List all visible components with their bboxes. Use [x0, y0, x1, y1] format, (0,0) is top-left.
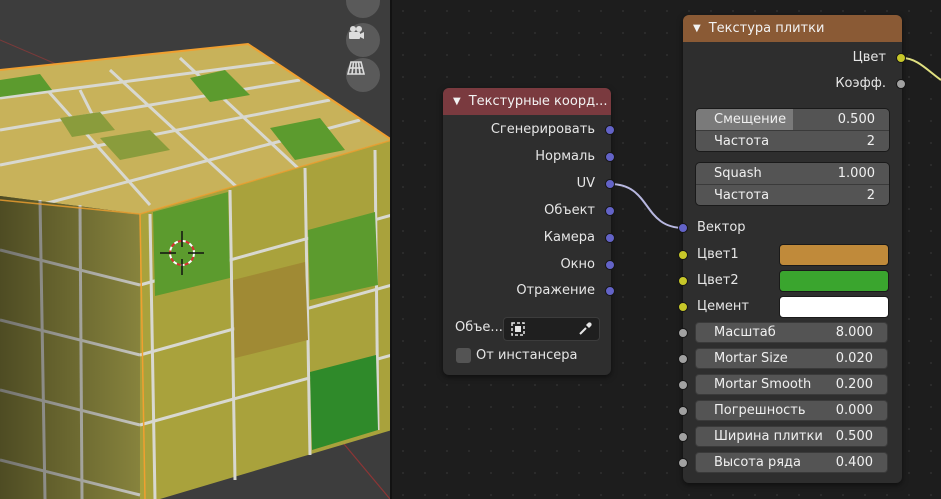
- object-icon: [510, 321, 526, 340]
- brick-node-title: Текстура плитки: [708, 21, 825, 36]
- color1-label: Цвет1: [697, 247, 739, 262]
- from-instancer-label: От инстансера: [476, 348, 578, 363]
- socket-normal[interactable]: [605, 152, 615, 162]
- link-color-output: [901, 57, 941, 81]
- row-height-field[interactable]: Высота ряда 0.400: [695, 452, 888, 473]
- texture-coordinate-node[interactable]: ▼ Текстурные коорд... Сгенерировать Норм…: [443, 88, 615, 375]
- frequency-label-2: Частота: [714, 187, 770, 203]
- mortar-smooth-field[interactable]: Mortar Smooth 0.200: [695, 374, 888, 395]
- color2-swatch[interactable]: [779, 270, 889, 292]
- socket-uv[interactable]: [605, 179, 615, 189]
- socket-mortar-smooth-in[interactable]: [678, 380, 688, 390]
- tex-coord-node-title: Текстурные коорд...: [468, 94, 608, 109]
- color2-label: Цвет2: [697, 273, 739, 288]
- frequency-value-1: 2: [866, 133, 875, 149]
- camera-view-button[interactable]: [346, 23, 380, 57]
- socket-brick-width-in[interactable]: [678, 432, 688, 442]
- output-window-label: Окно: [560, 257, 595, 272]
- socket-vector-in[interactable]: [678, 223, 688, 233]
- socket-bias-in[interactable]: [678, 406, 688, 416]
- object-picker-field[interactable]: [503, 317, 600, 341]
- bias-field[interactable]: Погрешность 0.000: [695, 400, 888, 421]
- socket-color1-in[interactable]: [678, 250, 688, 260]
- frequency-value-2: 2: [866, 187, 875, 203]
- offset-label: Смещение: [714, 112, 787, 127]
- frequency-label-1: Частота: [714, 133, 770, 149]
- collapse-chevron-icon[interactable]: ▼: [453, 96, 461, 107]
- frequency-field-1[interactable]: Частота 2: [696, 130, 889, 151]
- mortar-size-field[interactable]: Mortar Size 0.020: [695, 348, 888, 369]
- frequency-field-2[interactable]: Частота 2: [696, 184, 889, 205]
- vector-input-label: Вектор: [697, 220, 746, 235]
- row-height-value: 0.400: [835, 455, 873, 470]
- socket-window[interactable]: [605, 260, 615, 270]
- output-camera-label: Камера: [543, 230, 595, 245]
- squash-frequency-group: Squash 1.000 Частота 2: [695, 162, 890, 206]
- socket-generated[interactable]: [605, 125, 615, 135]
- socket-factor-out[interactable]: [896, 79, 906, 89]
- from-instancer-checkbox[interactable]: [456, 348, 471, 363]
- mortar-color-swatch[interactable]: [779, 296, 889, 318]
- viewport-scene: [0, 39, 390, 499]
- socket-reflection[interactable]: [605, 286, 615, 296]
- bias-value: 0.000: [835, 403, 873, 418]
- output-reflection-label: Отражение: [516, 283, 595, 298]
- bias-label: Погрешность: [714, 403, 806, 418]
- mortar-smooth-label: Mortar Smooth: [714, 377, 812, 392]
- socket-color2-in[interactable]: [678, 276, 688, 286]
- mortar-size-value: 0.020: [835, 351, 873, 366]
- row-height-label: Высота ряда: [714, 455, 801, 470]
- tex-coord-node-header[interactable]: ▼ Текстурные коорд...: [443, 88, 611, 115]
- mortar-label: Цемент: [697, 299, 749, 314]
- brick-width-label: Ширина плитки: [714, 429, 823, 444]
- squash-label: Squash: [714, 166, 762, 181]
- socket-row-height-in[interactable]: [678, 458, 688, 468]
- brick-width-field[interactable]: Ширина плитки 0.500: [695, 426, 888, 447]
- socket-mortar-size-in[interactable]: [678, 354, 688, 364]
- offset-value: 0.500: [837, 112, 875, 127]
- brick-texture-node[interactable]: ▼ Текстура плитки Цвет Коэфф. Смещение 0…: [678, 15, 906, 483]
- output-color-label: Цвет: [852, 50, 886, 65]
- output-factor-label: Коэфф.: [835, 76, 886, 91]
- output-uv-label: UV: [576, 176, 595, 191]
- output-object-label: Объект: [544, 203, 595, 218]
- socket-camera[interactable]: [605, 233, 615, 243]
- brick-node-header[interactable]: ▼ Текстура плитки: [683, 15, 902, 42]
- link-uv-to-vector: [609, 183, 685, 229]
- offset-slider[interactable]: Смещение 0.500: [696, 109, 889, 130]
- socket-mortar-in[interactable]: [678, 302, 688, 312]
- mortar-smooth-value: 0.200: [835, 377, 873, 392]
- squash-field[interactable]: Squash 1.000: [696, 163, 889, 184]
- collapse-chevron-icon[interactable]: ▼: [693, 23, 701, 34]
- brick-width-value: 0.500: [835, 429, 873, 444]
- scale-label: Масштаб: [714, 325, 776, 340]
- offset-frequency-group: Смещение 0.500 Частота 2: [695, 108, 890, 152]
- output-generated-label: Сгенерировать: [490, 122, 595, 137]
- mortar-size-label: Mortar Size: [714, 351, 788, 366]
- socket-color-out[interactable]: [896, 53, 906, 63]
- squash-value: 1.000: [837, 166, 875, 181]
- socket-scale-in[interactable]: [678, 328, 688, 338]
- scale-value: 8.000: [835, 325, 873, 340]
- color1-swatch[interactable]: [779, 244, 889, 266]
- socket-object[interactable]: [605, 206, 615, 216]
- eyedropper-icon[interactable]: [577, 321, 593, 340]
- output-normal-label: Нормаль: [535, 149, 595, 164]
- object-field-label: Объе...: [455, 320, 503, 335]
- ortho-toggle-button[interactable]: [346, 58, 380, 92]
- 3d-viewport[interactable]: [0, 0, 390, 499]
- shader-node-editor[interactable]: ▼ Текстурные коорд... Сгенерировать Норм…: [392, 0, 941, 499]
- scale-field[interactable]: Масштаб 8.000: [695, 322, 888, 343]
